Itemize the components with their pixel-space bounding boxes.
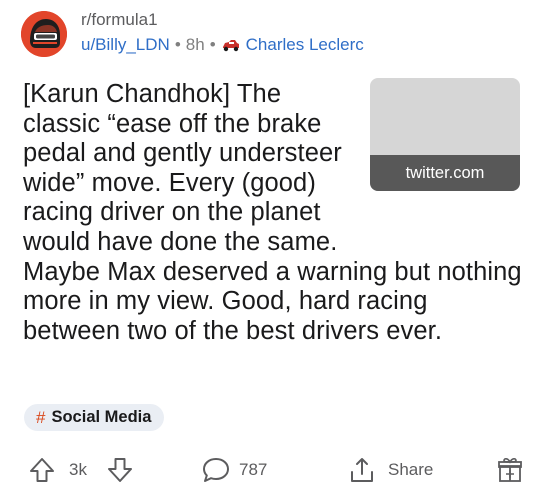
upvote-button[interactable]	[28, 450, 56, 490]
share-label: Share	[388, 460, 434, 479]
user-flair: Charles Leclerc	[245, 35, 364, 54]
downvote-arrow-icon	[106, 456, 134, 484]
gift-award-icon	[497, 456, 523, 484]
post-title[interactable]: [Karun Chandhok] The classic “ease off t…	[23, 80, 523, 346]
meta-separator: •	[174, 35, 181, 54]
meta-separator: •	[209, 35, 216, 54]
subreddit-avatar[interactable]	[21, 11, 67, 57]
vote-count: 3k	[69, 450, 87, 490]
author-link[interactable]: u/Billy_LDN	[81, 35, 170, 55]
share-icon	[347, 455, 377, 485]
subreddit-name[interactable]: r/formula1	[81, 10, 158, 30]
speech-bubble-icon	[201, 456, 231, 484]
post-header: r/formula1 u/Billy_LDN • 8h • Charles Le…	[21, 10, 521, 60]
race-car-icon	[221, 38, 241, 52]
post-time: 8h	[185, 35, 205, 54]
post-flair-tag[interactable]: # Social Media	[24, 404, 165, 431]
share-button[interactable]: Share	[347, 450, 433, 490]
post-meta: u/Billy_LDN • 8h • Charles Leclerc	[81, 35, 364, 55]
tag-hash: #	[36, 407, 46, 427]
thumbnail-spacer	[363, 80, 523, 228]
comment-count: 787	[239, 460, 268, 479]
vote-count-label: 3k	[69, 460, 87, 479]
upvote-arrow-icon	[28, 456, 56, 484]
downvote-button[interactable]	[106, 450, 134, 490]
tag-label: Social Media	[51, 408, 152, 426]
comments-button[interactable]: 787	[201, 450, 267, 490]
action-bar: 3k 787 Share	[0, 450, 542, 490]
award-button[interactable]	[497, 450, 523, 490]
